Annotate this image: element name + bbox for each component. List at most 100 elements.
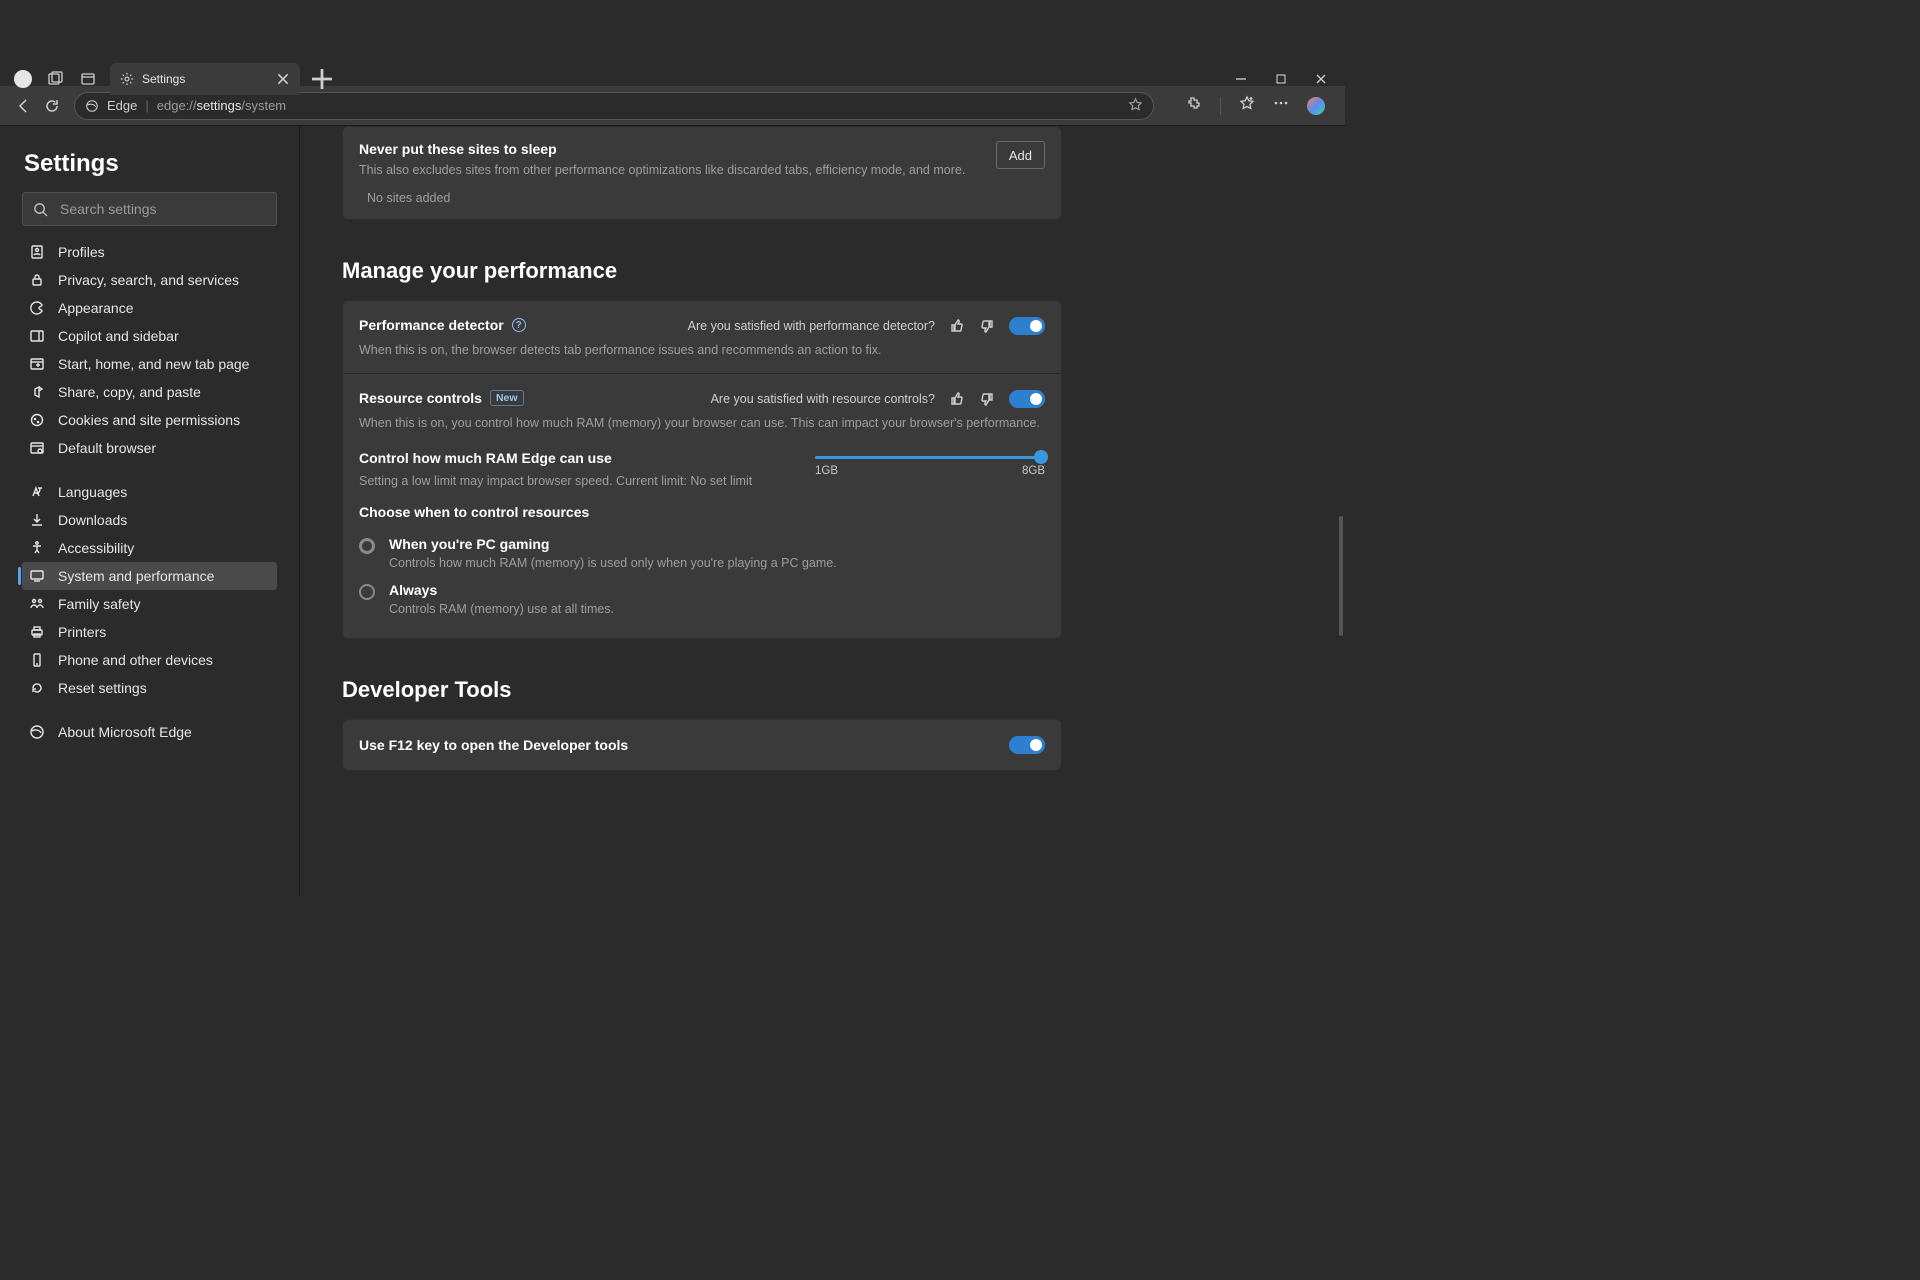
perf-detector-toggle[interactable]	[1009, 317, 1045, 335]
thumbs-down-icon[interactable]	[979, 318, 995, 334]
nav-printers[interactable]: Printers	[22, 618, 277, 646]
system-icon	[28, 567, 46, 585]
radio-gaming-label: When you're PC gaming	[389, 536, 837, 552]
resource-controls-toggle[interactable]	[1009, 390, 1045, 408]
appearance-icon	[28, 299, 46, 317]
performance-detector-row: Performance detector ? Are you satisfied…	[343, 301, 1061, 374]
choose-when-heading: Choose when to control resources	[359, 504, 1045, 520]
nav-share[interactable]: Share, copy, and paste	[22, 378, 277, 406]
slider-max-label: 8GB	[1022, 465, 1045, 477]
nav-start[interactable]: Start, home, and new tab page	[22, 350, 277, 378]
nav-phone[interactable]: Phone and other devices	[22, 646, 277, 674]
settings-sidebar: Settings Profiles Privacy, search, and s…	[0, 126, 300, 897]
maximize-button[interactable]	[1275, 73, 1287, 85]
nav-profiles[interactable]: Profiles	[22, 238, 277, 266]
address-bar[interactable]: Edge | edge://settings/system	[74, 92, 1154, 120]
cookies-icon	[28, 411, 46, 429]
resource-controls-feedback-q: Are you satisfied with resource controls…	[711, 392, 935, 406]
refresh-button[interactable]	[38, 92, 66, 120]
favorite-star-icon[interactable]	[1128, 97, 1143, 115]
nav-appearance[interactable]: Appearance	[22, 294, 277, 322]
new-badge: New	[490, 390, 524, 406]
ram-desc: Setting a low limit may impact browser s…	[359, 474, 815, 488]
sleep-card-desc: This also excludes sites from other perf…	[359, 163, 996, 177]
omnibox-brand: Edge	[107, 98, 137, 113]
info-icon[interactable]: ?	[512, 318, 526, 332]
tabstrip: Settings	[0, 63, 336, 95]
add-site-button[interactable]: Add	[996, 141, 1045, 169]
nav-accessibility[interactable]: Accessibility	[22, 534, 277, 562]
toolbar-separator	[1220, 97, 1221, 115]
favorites-icon[interactable]	[1239, 95, 1255, 116]
slider-min-label: 1GB	[815, 465, 838, 477]
workspaces-icon[interactable]	[48, 71, 64, 87]
radio-gaming[interactable]: When you're PC gaming Controls how much …	[359, 530, 1045, 576]
f12-toggle[interactable]	[1009, 736, 1045, 754]
f12-label: Use F12 key to open the Developer tools	[359, 737, 628, 753]
nav-default-browser[interactable]: Default browser	[22, 434, 277, 462]
tab-actions-icon[interactable]	[80, 71, 96, 87]
performance-card: Performance detector ? Are you satisfied…	[342, 300, 1062, 639]
phone-icon	[28, 651, 46, 669]
omnibox-separator: |	[145, 98, 148, 113]
radio-icon[interactable]	[359, 584, 375, 600]
nav-system[interactable]: System and performance	[22, 562, 277, 590]
extensions-icon[interactable]	[1186, 95, 1202, 116]
resource-controls-row: Resource controls New Are you satisfied …	[343, 374, 1061, 638]
lock-icon	[28, 271, 46, 289]
radio-gaming-desc: Controls how much RAM (memory) is used o…	[389, 556, 837, 570]
close-window-button[interactable]	[1315, 73, 1327, 85]
settings-heading: Settings	[24, 150, 277, 178]
resource-controls-desc: When this is on, you control how much RA…	[359, 416, 1045, 430]
resource-controls-title: Resource controls	[359, 390, 482, 406]
sidebar-icon	[28, 327, 46, 345]
devtools-heading: Developer Tools	[342, 677, 1062, 703]
edge-icon	[28, 723, 46, 741]
search-icon	[33, 202, 48, 217]
search-input[interactable]	[58, 200, 266, 218]
share-icon	[28, 383, 46, 401]
nav-about[interactable]: About Microsoft Edge	[22, 718, 277, 746]
nav-privacy[interactable]: Privacy, search, and services	[22, 266, 277, 294]
scrollbar[interactable]	[1339, 516, 1343, 636]
profile-icon	[28, 243, 46, 261]
more-button[interactable]	[1273, 95, 1289, 116]
ram-slider[interactable]: 1GB 8GB	[815, 450, 1045, 477]
ram-title: Control how much RAM Edge can use	[359, 450, 612, 466]
profile-avatar[interactable]	[14, 70, 32, 88]
settings-search[interactable]	[22, 192, 277, 226]
nav-family[interactable]: Family safety	[22, 590, 277, 618]
nav-languages[interactable]: Languages	[22, 478, 277, 506]
nav-reset[interactable]: Reset settings	[22, 674, 277, 702]
back-button[interactable]	[10, 92, 38, 120]
browser-tab[interactable]: Settings	[110, 63, 300, 95]
sleep-card-empty: No sites added	[367, 191, 996, 205]
nav-copilot[interactable]: Copilot and sidebar	[22, 322, 277, 350]
browser-icon	[28, 439, 46, 457]
edge-logo-icon	[85, 99, 99, 113]
radio-always-label: Always	[389, 582, 614, 598]
thumbs-down-icon[interactable]	[979, 391, 995, 407]
slider-thumb[interactable]	[1034, 450, 1048, 464]
perf-detector-feedback-q: Are you satisfied with performance detec…	[688, 319, 935, 333]
copilot-icon[interactable]	[1307, 97, 1325, 115]
nav-cookies[interactable]: Cookies and site permissions	[22, 406, 277, 434]
accessibility-icon	[28, 539, 46, 557]
settings-main: Never put these sites to sleep This also…	[300, 126, 1345, 897]
new-tab-button[interactable]	[308, 65, 336, 93]
radio-icon[interactable]	[359, 538, 375, 554]
settings-nav: Profiles Privacy, search, and services A…	[22, 238, 277, 746]
thumbs-up-icon[interactable]	[949, 318, 965, 334]
sleep-sites-card: Never put these sites to sleep This also…	[342, 126, 1062, 220]
language-icon	[28, 483, 46, 501]
minimize-button[interactable]	[1235, 73, 1247, 85]
titlebar: Settings	[0, 0, 1345, 86]
radio-always[interactable]: Always Controls RAM (memory) use at all …	[359, 576, 1045, 622]
nav-downloads[interactable]: Downloads	[22, 506, 277, 534]
tab-close-button[interactable]	[276, 72, 290, 86]
thumbs-up-icon[interactable]	[949, 391, 965, 407]
printer-icon	[28, 623, 46, 641]
family-icon	[28, 595, 46, 613]
toolbar-right	[1186, 95, 1335, 116]
perf-detector-desc: When this is on, the browser detects tab…	[359, 343, 1045, 357]
